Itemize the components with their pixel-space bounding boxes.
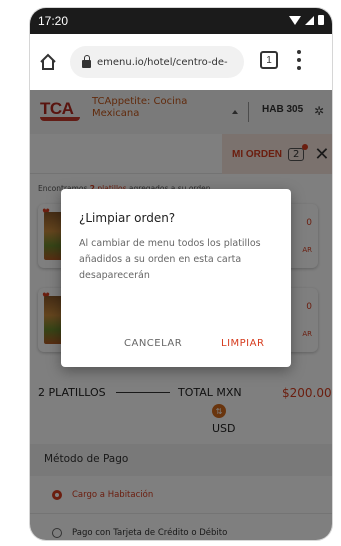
url-text: emenu.io/hotel/centro-de- [97,56,228,68]
status-time: 17:20 [38,14,69,28]
wifi-icon [289,15,301,25]
status-icons [289,15,324,25]
clear-order-dialog: ¿Limpiar orden? Al cambiar de menu todos… [61,189,291,367]
lock-icon [82,54,91,68]
home-icon[interactable] [38,52,58,72]
status-bar: 17:20 [30,8,332,34]
signal-icon [305,15,314,25]
dialog-title: ¿Limpiar orden? [79,211,176,225]
overflow-menu-icon[interactable] [296,50,302,70]
cancel-button[interactable]: CANCELAR [124,338,182,349]
browser-toolbar: emenu.io/hotel/centro-de- 1 [30,34,332,90]
clear-button[interactable]: LIMPIAR [221,338,264,349]
dialog-message: Al cambiar de menu todos los platillos a… [79,238,261,281]
address-bar[interactable]: emenu.io/hotel/centro-de- [70,46,244,78]
phone-screen: 17:20 emenu.io/hotel/centro-de- 1 TCA TC… [30,8,332,540]
tab-switcher-button[interactable]: 1 [260,51,278,69]
battery-icon [318,15,324,25]
